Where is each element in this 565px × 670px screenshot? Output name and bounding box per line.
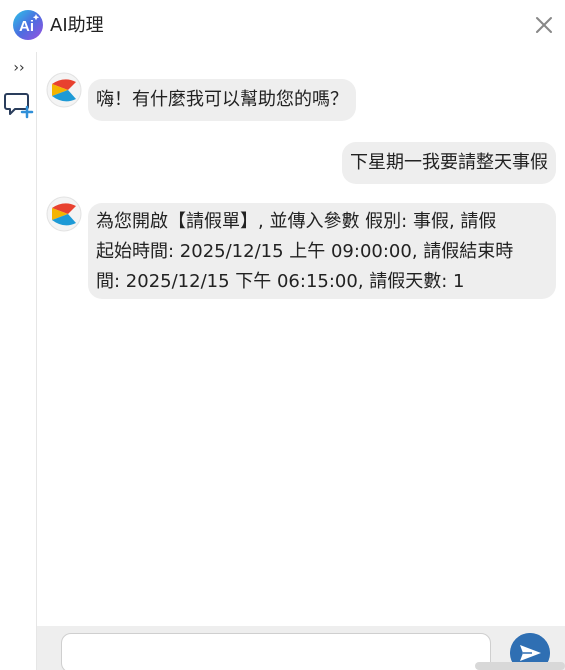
message-input[interactable] xyxy=(61,633,491,670)
app-title: AI助理 xyxy=(50,15,104,36)
assistant-message: 為您開啟【請假單】, 並傳入參數 假別: 事假, 請假 起始時間: 2025/1… xyxy=(88,203,556,299)
message-line: 為您開啟【請假單】, 並傳入參數 假別: 事假, 請假 xyxy=(96,211,497,232)
chat-messages: 嗨！有什麼我可以幫助您的嗎？ 下星期一我要請整天事假 為您開啟【請假單】, 並傳… xyxy=(37,52,565,626)
message-line: 間: 2025/12/15 下午 06:15:00, 請假天數: 1 xyxy=(96,271,465,292)
message-line: 起始時間: 2025/12/15 上午 09:00:00, 請假結束時 xyxy=(96,241,514,262)
new-chat-icon[interactable] xyxy=(4,90,34,120)
expand-sidebar-button[interactable]: ›› xyxy=(11,60,27,76)
ai-assistant-logo-icon: Ai xyxy=(13,10,43,40)
header: Ai AI助理 xyxy=(0,0,565,52)
close-icon[interactable] xyxy=(533,14,555,36)
user-message: 下星期一我要請整天事假 xyxy=(342,142,556,184)
svg-text:Ai: Ai xyxy=(19,18,34,35)
assistant-message: 嗨！有什麼我可以幫助您的嗎？ xyxy=(88,79,356,121)
scrollbar[interactable] xyxy=(475,662,565,670)
ai-assistant-window: Ai AI助理 ›› 嗨！有什麼我可以幫助您的嗎？ 下星期一我要請整天事假 為您… xyxy=(0,0,565,670)
chevron-double-right-icon: ›› xyxy=(13,60,25,76)
message-text: 嗨！有什麼我可以幫助您的嗎？ xyxy=(96,89,348,110)
assistant-avatar xyxy=(46,196,82,232)
side-rail: ›› xyxy=(0,52,37,670)
message-text: 下星期一我要請整天事假 xyxy=(350,152,548,173)
assistant-avatar xyxy=(46,72,82,108)
